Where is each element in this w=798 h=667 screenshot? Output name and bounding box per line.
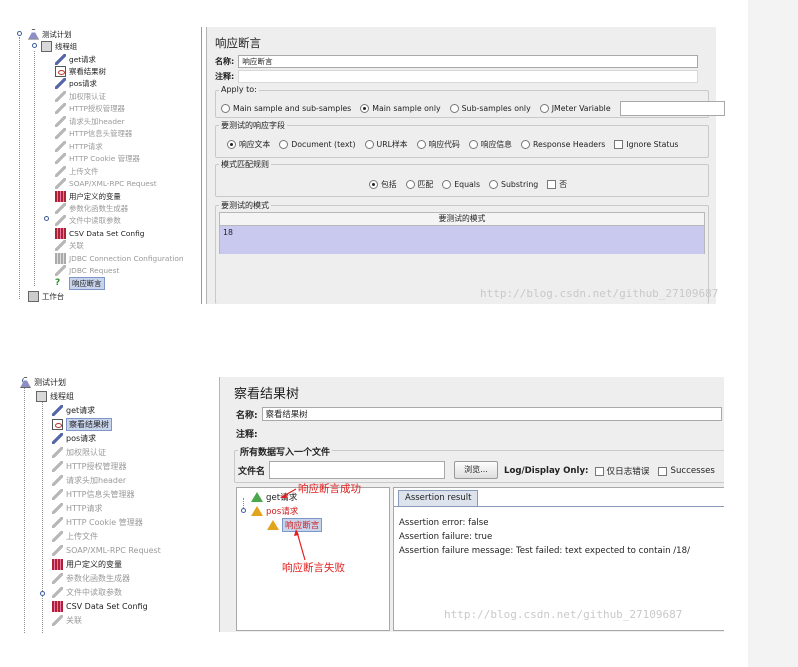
annotation-arrows [280,488,306,561]
watermark: http://blog.csdn.net/github_27109687 [444,608,683,621]
annotation-fail: 响应断言失败 [282,562,345,574]
annotation-success: 响应断言成功 [298,483,361,495]
arrow-fail [296,531,306,561]
